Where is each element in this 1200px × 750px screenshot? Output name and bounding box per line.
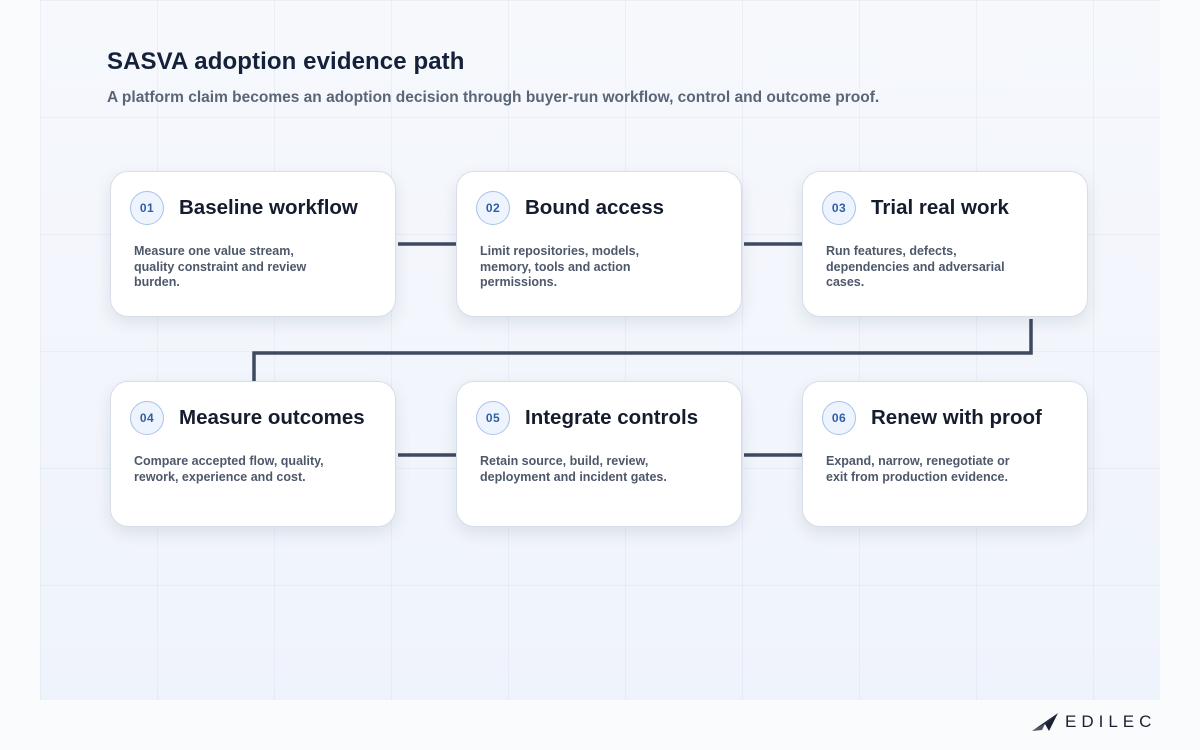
step-description: Measure one value stream, quality constr… <box>134 244 307 289</box>
brand-logo: EDILEC <box>1031 711 1156 733</box>
step-description: Expand, narrow, renegotiate or exit from… <box>826 454 1010 484</box>
step-number-badge: 03 <box>822 191 856 225</box>
step-title: Integrate controls <box>525 406 699 429</box>
step-title: Bound access <box>525 196 664 219</box>
step-card-baseline-workflow: 01 Baseline workflow Measure one value s… <box>110 171 396 317</box>
step-title: Baseline workflow <box>179 196 358 219</box>
step-card-measure-outcomes: 04 Measure outcomes Compare accepted flo… <box>110 381 396 527</box>
step-card-trial-real-work: 03 Trial real work Run features, defects… <box>802 171 1088 317</box>
step-number-badge: 04 <box>130 401 164 435</box>
step-title: Measure outcomes <box>179 406 365 429</box>
step-number-badge: 01 <box>130 191 164 225</box>
paper-plane-icon <box>1032 713 1058 731</box>
step-card-integrate-controls: 05 Integrate controls Retain source, bui… <box>456 381 742 527</box>
step-number-badge: 05 <box>476 401 510 435</box>
step-description: Limit repositories, models, memory, tool… <box>480 244 640 289</box>
brand-name: EDILEC <box>1065 712 1157 731</box>
step-description: Retain source, build, review, deployment… <box>480 454 667 484</box>
step-title: Trial real work <box>871 196 1009 219</box>
step-number-badge: 02 <box>476 191 510 225</box>
page-title: SASVA adoption evidence path <box>107 48 465 75</box>
step-card-renew-with-proof: 06 Renew with proof Expand, narrow, rene… <box>802 381 1088 527</box>
step-description: Run features, defects, dependencies and … <box>826 244 1005 289</box>
step-number-badge: 06 <box>822 401 856 435</box>
step-description: Compare accepted flow, quality, rework, … <box>134 454 324 484</box>
page-subtitle: A platform claim becomes an adoption dec… <box>107 89 880 106</box>
step-title: Renew with proof <box>871 406 1042 429</box>
step-card-bound-access: 02 Bound access Limit repositories, mode… <box>456 171 742 317</box>
